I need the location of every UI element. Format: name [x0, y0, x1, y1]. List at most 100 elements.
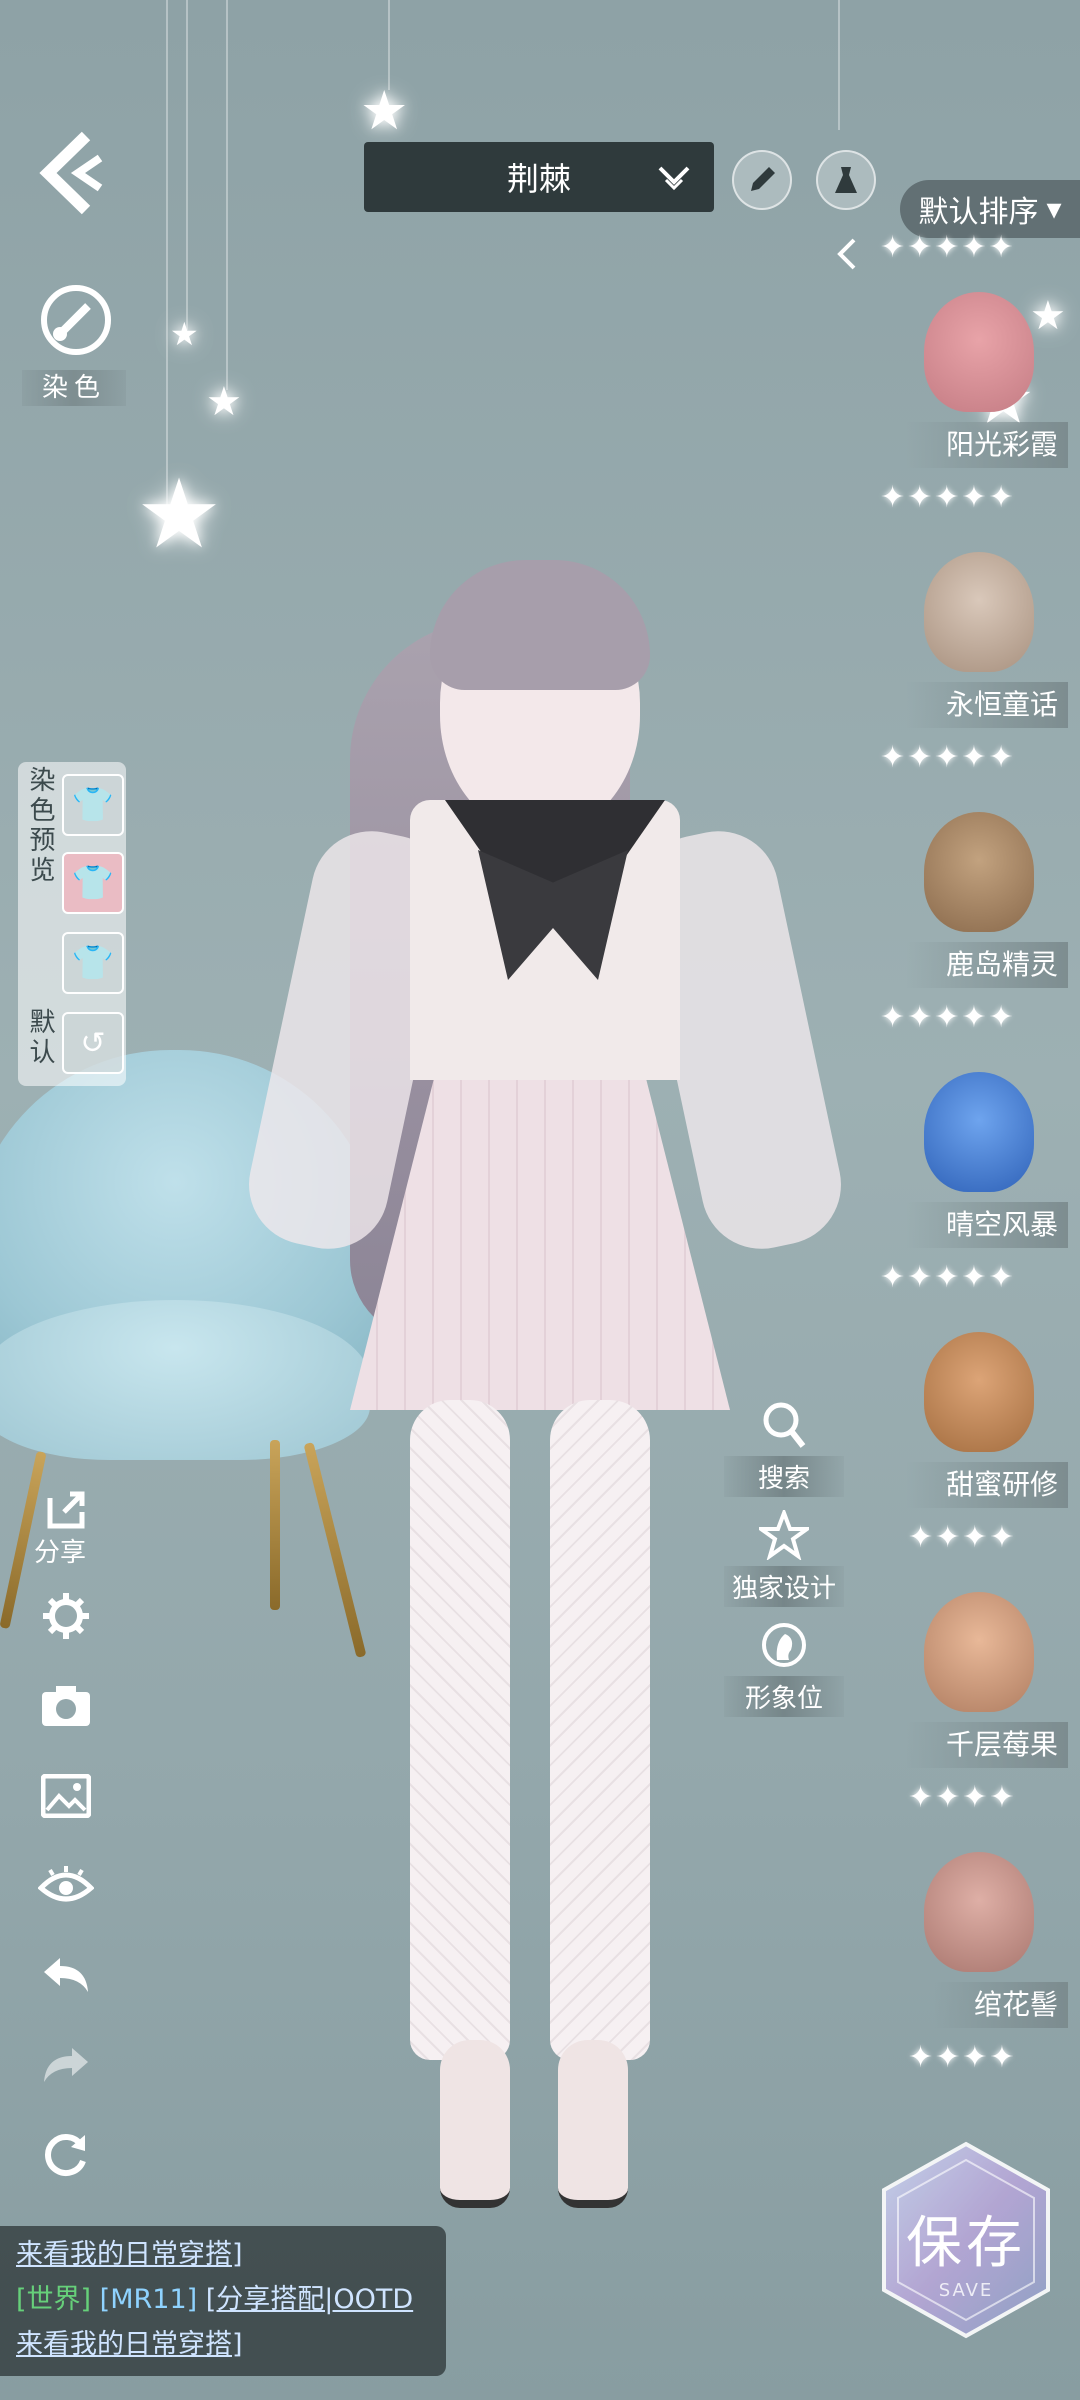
hair-name: 永恒童话: [905, 682, 1068, 728]
save-button[interactable]: 保存 SAVE: [878, 2140, 1054, 2340]
dye-preview-panel: 染色预览 👕 👕 👕 默认 ↺: [18, 762, 126, 1086]
chat-message[interactable]: 来看我的日常穿搭]: [16, 2329, 243, 2360]
chat-box[interactable]: 来看我的日常穿搭] [世界] [MR11] [分享搭配|OOTD 来看我的日常穿…: [0, 2226, 446, 2376]
decoration-string: [388, 0, 390, 90]
item-stars: ✦✦✦✦✦: [880, 230, 1016, 265]
character-name-dropdown[interactable]: 荆棘: [364, 142, 714, 212]
dye-preview-label: 染色预览: [25, 766, 55, 886]
list-item[interactable]: 甜蜜研修 ✦✦✦✦: [868, 1332, 1080, 1592]
chair-leg: [270, 1440, 280, 1610]
gallery-button[interactable]: [36, 1766, 96, 1826]
stocking-left: [410, 1400, 510, 2060]
hair-name: 阳光彩霞: [905, 422, 1068, 468]
outfit-button[interactable]: [816, 150, 876, 210]
decoration-string: [186, 0, 188, 330]
back-chevron-icon: [39, 131, 103, 215]
hair-name: 晴空风暴: [905, 1202, 1068, 1248]
shirt-icon: 👕: [71, 785, 115, 825]
hair-name: 千层莓果: [905, 1722, 1068, 1768]
camera-icon: [42, 1686, 90, 1726]
chat-channel: [世界]: [16, 2284, 92, 2315]
dress-icon: [835, 167, 857, 193]
edit-name-button[interactable]: [732, 150, 792, 210]
hair-thumbnail: [924, 1852, 1034, 1972]
star-decoration-icon: ★: [170, 315, 199, 353]
undo-icon: [44, 1958, 88, 1992]
save-sub-label: SAVE: [938, 2280, 994, 2301]
hair-thumbnail: [924, 812, 1034, 932]
search-button[interactable]: 搜索: [724, 1394, 844, 1497]
eye-icon: [38, 1866, 94, 1902]
hair-thumbnail: [924, 552, 1034, 672]
dye-slot-1[interactable]: 👕: [62, 774, 124, 836]
refresh-icon: [45, 2134, 86, 2176]
star-decoration-icon: ★: [136, 458, 223, 570]
shirt-icon: 👕: [71, 943, 115, 983]
undo-button[interactable]: [36, 1946, 96, 2006]
dye-slot-2[interactable]: 👕: [62, 852, 124, 914]
sort-label: 默认排序: [918, 195, 1039, 230]
palette-brush-icon: [41, 285, 111, 355]
exclusive-design-button[interactable]: 独家设计: [724, 1504, 844, 1607]
image-slot-button[interactable]: 形象位: [724, 1614, 844, 1717]
hair-name: 甜蜜研修: [905, 1462, 1068, 1508]
hair-name: 鹿岛精灵: [905, 942, 1068, 988]
collapse-list-button[interactable]: [828, 234, 868, 274]
list-item[interactable]: 阳光彩霞 ✦✦✦✦✦: [868, 292, 1080, 552]
hair-name: 绾花髻: [933, 1982, 1068, 2028]
list-item[interactable]: 晴空风暴 ✦✦✦✦✦: [868, 1072, 1080, 1332]
item-stars: ✦✦✦✦✦: [880, 1260, 1016, 1295]
chat-message[interactable]: 来看我的日常穿搭]: [16, 2239, 243, 2270]
camera-button[interactable]: [36, 1676, 96, 1736]
caret-down-icon: ▾: [1046, 191, 1062, 227]
exclusive-design-label: 独家设计: [724, 1566, 844, 1607]
shoe-right: [558, 2040, 628, 2208]
armchair-seat: [0, 1300, 370, 1460]
image-slot-label: 形象位: [724, 1676, 844, 1717]
item-stars: ✦✦✦✦: [908, 1520, 1017, 1555]
share-icon: [47, 1491, 85, 1529]
back-button[interactable]: [34, 128, 114, 218]
list-item[interactable]: 千层莓果 ✦✦✦✦: [868, 1592, 1080, 1852]
hair-thumbnail: [924, 292, 1034, 412]
character-name: 荆棘: [506, 160, 571, 198]
dye-reset-button[interactable]: ↺: [62, 1012, 124, 1074]
shoe-left: [440, 2040, 510, 2208]
star-decoration-icon: ★: [206, 379, 242, 425]
list-item[interactable]: 鹿岛精灵 ✦✦✦✦✦: [868, 812, 1080, 1072]
share-label: 分享: [34, 1538, 87, 1568]
settings-button[interactable]: [36, 1586, 96, 1646]
hair-thumbnail: [924, 1592, 1034, 1712]
chevron-down-icon: [658, 166, 690, 191]
item-stars: ✦✦✦✦: [908, 1780, 1017, 1815]
hair-thumbnail: [924, 1332, 1034, 1452]
chair-leg: [303, 1442, 367, 1658]
decoration-string: [838, 0, 840, 130]
chat-user-tag[interactable]: [MR11]: [100, 2284, 197, 2315]
star-decoration-icon: ★: [360, 79, 409, 142]
pencil-icon: [751, 167, 775, 191]
chat-message[interactable]: [分享搭配|OOTD: [206, 2284, 413, 2315]
avatar-profile-icon: [762, 1623, 806, 1667]
stocking-right: [550, 1400, 650, 2060]
search-label: 搜索: [724, 1456, 844, 1497]
reset-shirt-icon: ↺: [80, 1025, 106, 1061]
list-item[interactable]: 绾花髻 ✦✦✦✦: [868, 1852, 1080, 2112]
star-outline-icon: [759, 1510, 809, 1560]
hide-ui-button[interactable]: [36, 1856, 96, 1916]
item-stars: ✦✦✦✦: [908, 2040, 1017, 2075]
hair-thumbnail: [924, 1072, 1034, 1192]
share-button[interactable]: [36, 1480, 96, 1540]
list-item[interactable]: 永恒童话 ✦✦✦✦✦: [868, 552, 1080, 812]
default-label: 默认: [25, 1008, 55, 1068]
item-stars: ✦✦✦✦✦: [880, 740, 1016, 775]
decoration-string: [226, 0, 228, 390]
item-stars: ✦✦✦✦✦: [880, 480, 1016, 515]
character-bangs: [430, 560, 650, 690]
dye-label: 染色: [22, 370, 126, 406]
reset-button[interactable]: [36, 2126, 96, 2186]
chevron-left-icon: [837, 238, 856, 270]
search-icon: [763, 1402, 806, 1448]
redo-button[interactable]: [36, 2036, 96, 2096]
dye-slot-3[interactable]: 👕: [62, 932, 124, 994]
